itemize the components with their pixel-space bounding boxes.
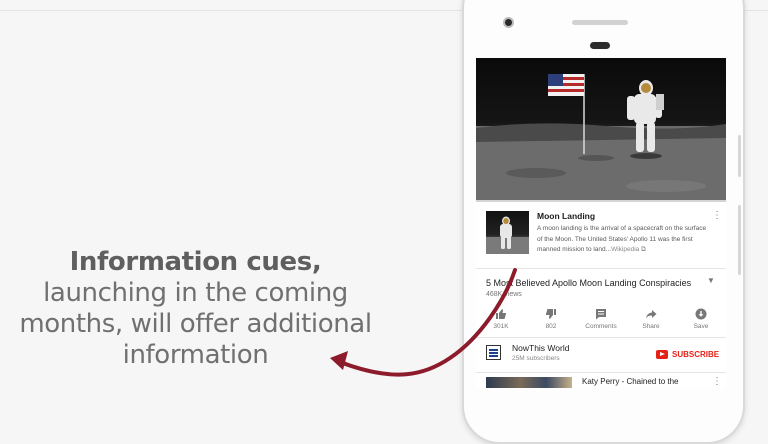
info-card-more-icon[interactable]: ⋮ <box>712 211 722 221</box>
info-card-source[interactable]: Wikipedia <box>611 246 639 253</box>
video-title[interactable]: 5 Most Believed Apollo Moon Landing Cons… <box>486 278 691 288</box>
caption-bold: Information cues, <box>69 247 322 277</box>
up-next-more-icon[interactable]: ⋮ <box>712 377 722 387</box>
divider <box>476 268 726 269</box>
youtube-play-icon <box>656 349 668 359</box>
subscribe-label: SUBSCRIBE <box>672 349 720 359</box>
divider <box>476 372 726 373</box>
expand-chevron-icon[interactable]: ▼ <box>707 276 715 285</box>
save-label: Save <box>693 323 709 330</box>
feature-caption: Information cues, launching in the comin… <box>18 247 373 371</box>
up-next-item[interactable]: Katy Perry - Chained to the ⋮ <box>476 374 726 388</box>
information-cue-card[interactable]: Moon Landing A moon landing is the arriv… <box>476 205 726 265</box>
like-button[interactable]: 301K <box>476 308 526 330</box>
channel-avatar[interactable] <box>486 345 501 360</box>
channel-row: NowThis World 25M subscribers SUBSCRIBE <box>476 338 726 372</box>
share-label: Share <box>642 323 660 330</box>
moon-landing-image <box>476 74 726 201</box>
video-player[interactable] <box>476 58 726 201</box>
comments-label: Comments <box>585 323 617 330</box>
save-icon <box>695 308 707 320</box>
thumbs-down-icon <box>546 309 556 319</box>
phone-speaker <box>572 20 628 25</box>
like-count: 301K <box>493 323 509 330</box>
video-views: 468K views <box>486 291 522 298</box>
share-button[interactable]: Share <box>626 308 676 330</box>
phone-screen: Moon Landing A moon landing is the arriv… <box>476 58 726 388</box>
up-next-title: Katy Perry - Chained to the <box>582 377 679 386</box>
thumbs-up-icon <box>496 309 506 319</box>
info-card-description: A moon landing is the arrival of a space… <box>537 224 707 256</box>
dislike-button[interactable]: 802 <box>526 308 576 330</box>
info-card-thumbnail <box>486 211 529 254</box>
phone-side-button <box>738 205 741 275</box>
subscribe-button[interactable]: SUBSCRIBE <box>656 347 719 361</box>
channel-subscribers: 25M subscribers <box>512 355 560 362</box>
up-next-thumbnail <box>486 377 572 388</box>
front-camera <box>503 17 514 28</box>
save-button[interactable]: Save <box>676 308 726 330</box>
video-actions: 301K 802 Comments Share Save <box>476 308 726 336</box>
comments-icon <box>596 309 606 320</box>
share-icon <box>646 310 657 319</box>
dislike-count: 802 <box>545 323 557 330</box>
external-link-icon: ⧉ <box>639 246 646 253</box>
caption-text: launching in the coming months, will off… <box>19 278 372 370</box>
phone-side-button <box>738 135 741 177</box>
video-progress-bar[interactable] <box>476 200 726 202</box>
phone-sensor <box>590 42 610 49</box>
info-card-title: Moon Landing <box>537 211 596 221</box>
comments-button[interactable]: Comments <box>576 308 626 330</box>
channel-name[interactable]: NowThis World <box>512 343 569 353</box>
